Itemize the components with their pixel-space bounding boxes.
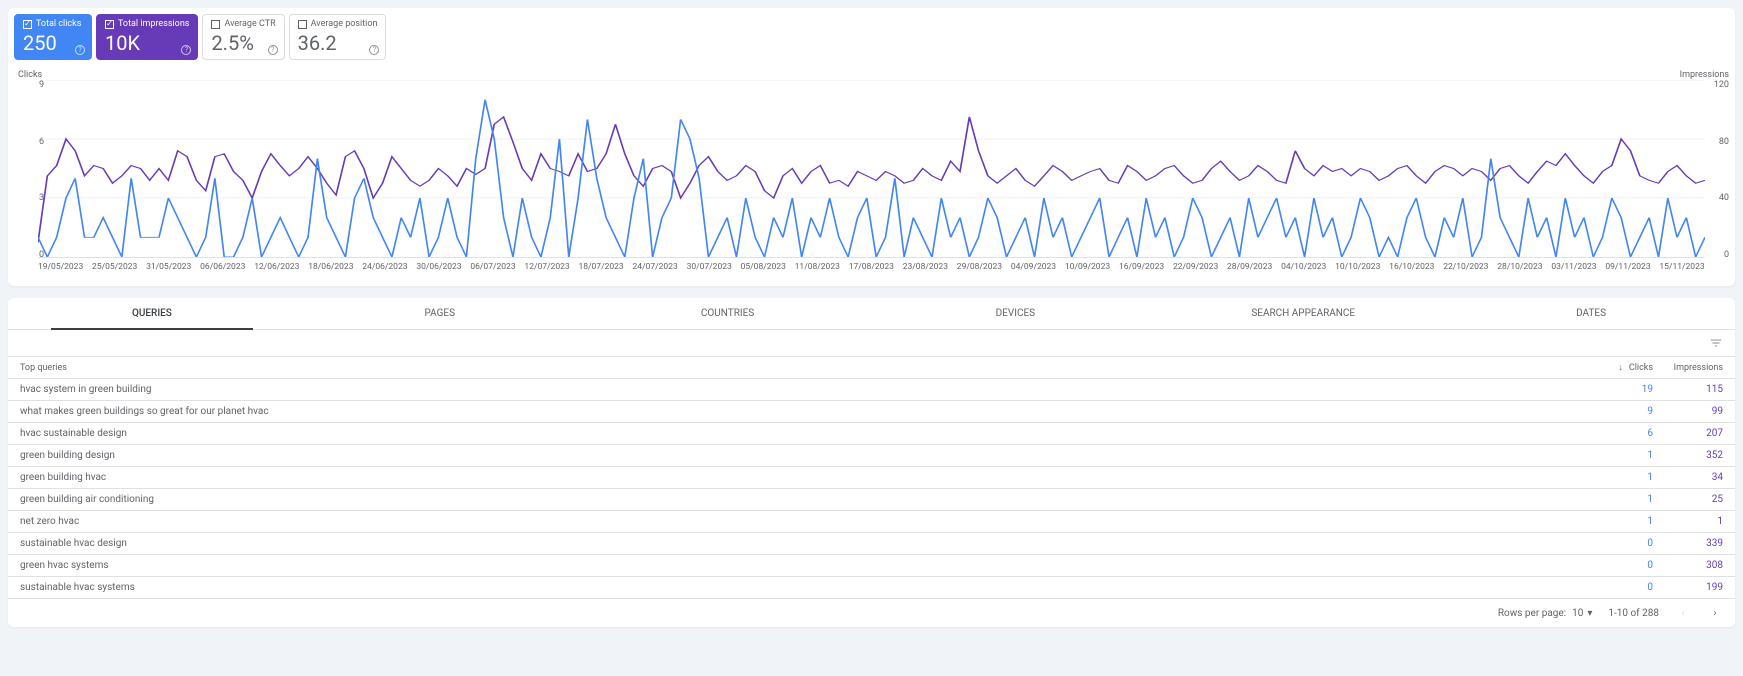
query-cell: sustainable hvac systems <box>20 582 1593 593</box>
impressions-cell: 1 <box>1653 516 1723 527</box>
clicks-cell: 1 <box>1593 516 1653 527</box>
query-cell: green hvac systems <box>20 560 1593 571</box>
table-row[interactable]: hvac system in green building19115 <box>8 379 1735 401</box>
query-cell: green building hvac <box>20 472 1593 483</box>
table-card: QUERIESPAGESCOUNTRIESDEVICESSEARCH APPEA… <box>8 298 1735 627</box>
table-row[interactable]: green building design1352 <box>8 445 1735 467</box>
query-cell: green building air conditioning <box>20 494 1593 505</box>
table-body: hvac system in green building19115what m… <box>8 379 1735 599</box>
impressions-cell: 115 <box>1653 384 1723 395</box>
info-icon[interactable]: ? <box>75 45 85 55</box>
info-icon[interactable]: ? <box>369 45 379 55</box>
metric-tile-0[interactable]: Total clicks 250? <box>14 14 92 60</box>
metric-value: 250 <box>23 31 83 55</box>
table-row[interactable]: hvac sustainable design6207 <box>8 423 1735 445</box>
table-row[interactable]: sustainable hvac systems0199 <box>8 577 1735 599</box>
dimension-tabs: QUERIESPAGESCOUNTRIESDEVICESSEARCH APPEA… <box>8 298 1735 330</box>
rows-per-page-select[interactable]: 10▾ <box>1572 608 1592 619</box>
x-axis-ticks: 19/05/202325/05/202331/05/202306/06/2023… <box>38 262 1705 272</box>
tab-devices[interactable]: DEVICES <box>871 298 1159 329</box>
impressions-cell: 25 <box>1653 494 1723 505</box>
metric-tile-1[interactable]: Total impressions 10K? <box>96 14 198 60</box>
clicks-cell: 1 <box>1593 472 1653 483</box>
clicks-cell: 0 <box>1593 560 1653 571</box>
tab-pages[interactable]: PAGES <box>296 298 584 329</box>
metric-value: 10K <box>105 31 189 55</box>
y-axis-left-label: Clicks <box>18 70 42 80</box>
pagination-range: 1-10 of 288 <box>1608 608 1659 619</box>
impressions-cell: 339 <box>1653 538 1723 549</box>
chevron-down-icon: ▾ <box>1587 608 1592 619</box>
metric-tile-3[interactable]: Average position 36.2? <box>289 14 387 60</box>
filter-icon[interactable] <box>1709 336 1723 350</box>
impressions-cell: 308 <box>1653 560 1723 571</box>
metric-tile-2[interactable]: Average CTR 2.5%? <box>202 14 284 60</box>
impressions-cell: 34 <box>1653 472 1723 483</box>
clicks-cell: 1 <box>1593 494 1653 505</box>
chart-area <box>38 80 1705 258</box>
query-cell: sustainable hvac design <box>20 538 1593 549</box>
tab-search-appearance[interactable]: SEARCH APPEARANCE <box>1159 298 1447 329</box>
checkbox-icon <box>298 20 307 29</box>
clicks-cell: 19 <box>1593 384 1653 395</box>
clicks-cell: 1 <box>1593 450 1653 461</box>
tab-queries[interactable]: QUERIES <box>8 298 296 329</box>
metric-value: 2.5% <box>211 31 275 55</box>
query-cell: hvac sustainable design <box>20 428 1593 439</box>
sort-arrow-down-icon <box>1618 362 1625 373</box>
clicks-cell: 0 <box>1593 538 1653 549</box>
metric-label: Average position <box>311 19 378 29</box>
metric-label: Total impressions <box>118 19 189 29</box>
info-icon[interactable]: ? <box>181 45 191 55</box>
query-cell: what makes green buildings so great for … <box>20 406 1593 417</box>
filter-bar <box>8 330 1735 357</box>
y-axis-right-label: Impressions <box>1680 70 1729 80</box>
table-row[interactable]: green building air conditioning125 <box>8 489 1735 511</box>
metric-label: Total clicks <box>36 19 81 29</box>
impressions-cell: 207 <box>1653 428 1723 439</box>
checkbox-icon <box>23 20 32 29</box>
table-row[interactable]: green hvac systems0308 <box>8 555 1735 577</box>
clicks-cell: 6 <box>1593 428 1653 439</box>
col-header-query[interactable]: Top queries <box>20 363 1593 373</box>
prev-page-button[interactable]: ‹ <box>1675 605 1691 621</box>
impressions-cell: 352 <box>1653 450 1723 461</box>
performance-chart-card: Total clicks250?Total impressions10K?Ave… <box>8 8 1735 286</box>
clicks-cell: 9 <box>1593 406 1653 417</box>
col-header-impressions[interactable]: Impressions <box>1653 363 1723 373</box>
rows-per-page-label: Rows per page: <box>1498 608 1566 619</box>
impressions-cell: 199 <box>1653 582 1723 593</box>
tab-countries[interactable]: COUNTRIES <box>584 298 872 329</box>
metric-tiles: Total clicks250?Total impressions10K?Ave… <box>14 14 390 60</box>
query-cell: hvac system in green building <box>20 384 1593 395</box>
table-row[interactable]: green building hvac134 <box>8 467 1735 489</box>
table-footer: Rows per page: 10▾ 1-10 of 288 ‹ › <box>8 599 1735 627</box>
metric-value: 36.2 <box>298 31 378 55</box>
info-icon[interactable]: ? <box>268 45 278 55</box>
checkbox-icon <box>105 20 114 29</box>
next-page-button[interactable]: › <box>1707 605 1723 621</box>
checkbox-icon <box>211 20 220 29</box>
table-row[interactable]: what makes green buildings so great for … <box>8 401 1735 423</box>
metric-label: Average CTR <box>224 19 275 29</box>
col-header-clicks[interactable]: Clicks <box>1593 362 1653 373</box>
query-cell: green building design <box>20 450 1593 461</box>
clicks-cell: 0 <box>1593 582 1653 593</box>
tab-dates[interactable]: DATES <box>1447 298 1735 329</box>
table-header: Top queries Clicks Impressions <box>8 357 1735 379</box>
y-ticks-right: 12080400 <box>1705 80 1729 260</box>
query-cell: net zero hvac <box>20 516 1593 527</box>
table-row[interactable]: sustainable hvac design0339 <box>8 533 1735 555</box>
impressions-cell: 99 <box>1653 406 1723 417</box>
table-row[interactable]: net zero hvac11 <box>8 511 1735 533</box>
chart-svg <box>38 80 1705 257</box>
